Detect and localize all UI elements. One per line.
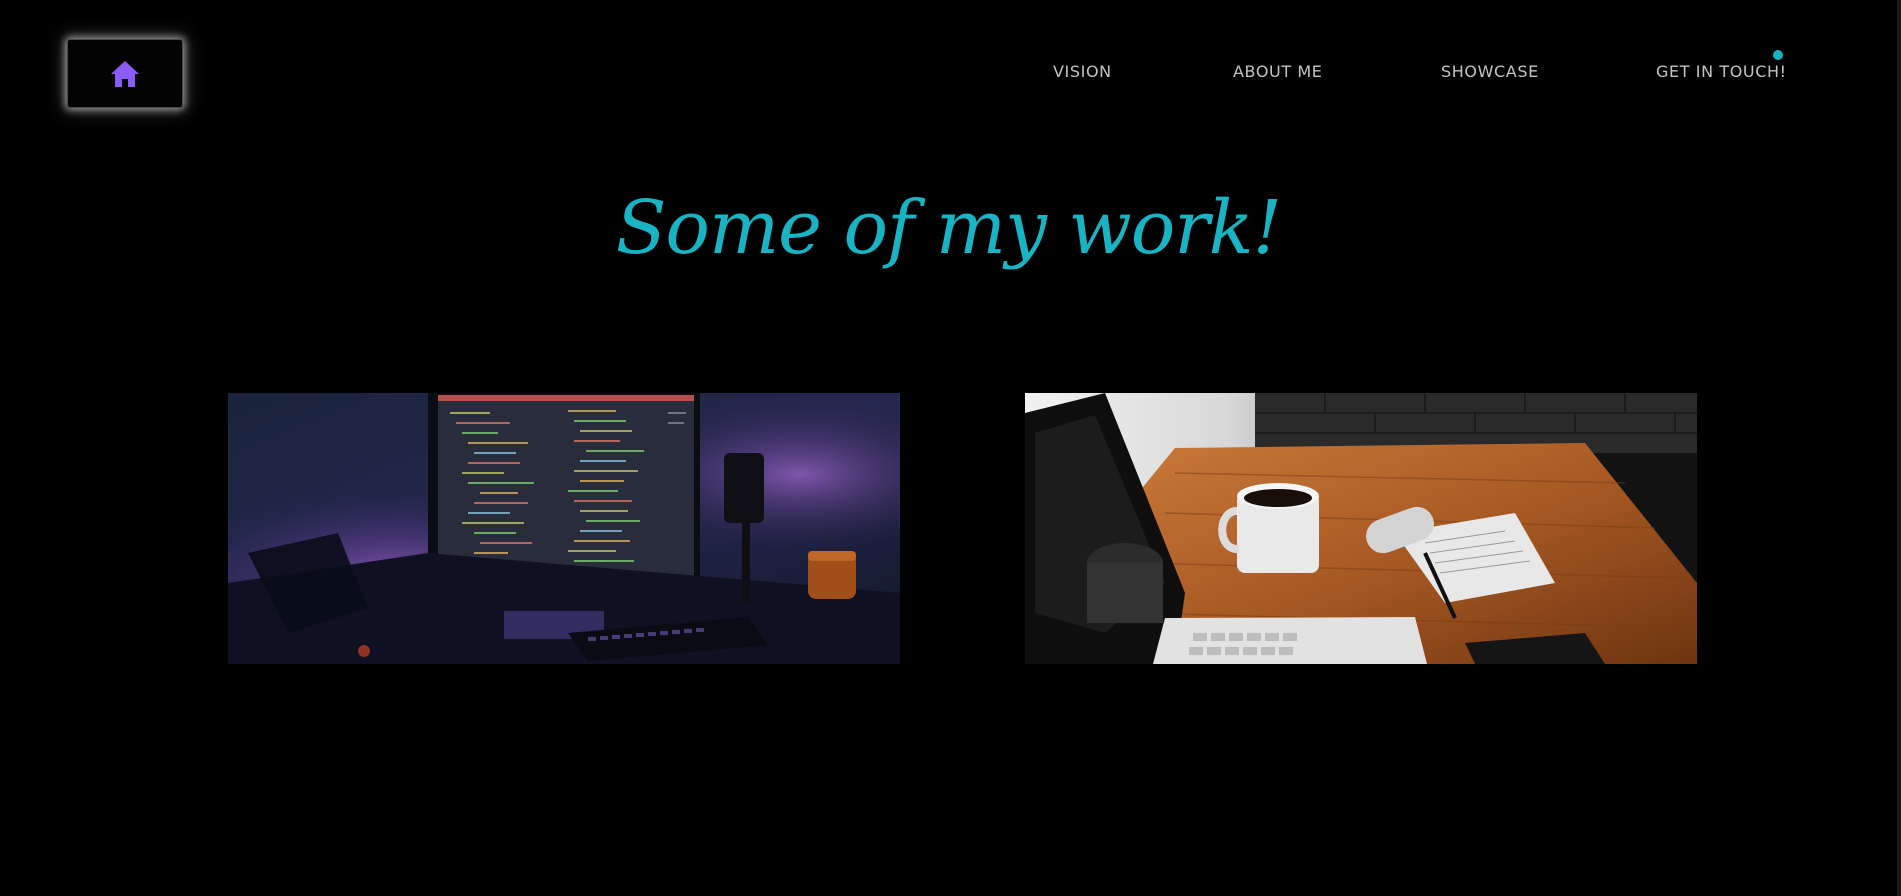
nav-get-in-touch-link[interactable]: GET IN TOUCH!: [1656, 62, 1787, 81]
nav-showcase-link[interactable]: SHOWCASE: [1441, 62, 1539, 81]
showcase-card-coffee[interactable]: [1025, 393, 1697, 664]
page-title: Some of my work!: [615, 185, 1283, 271]
code-monitor-image: [228, 393, 900, 664]
coffee-desk-image: [1025, 393, 1697, 664]
scrollbar[interactable]: [1897, 0, 1901, 896]
nav-active-dot: [1773, 50, 1783, 60]
main-nav: VISION ABOUT ME SHOWCASE GET IN TOUCH!: [0, 62, 1897, 86]
showcase-card-code[interactable]: [228, 393, 900, 664]
nav-about-me-link[interactable]: ABOUT ME: [1233, 62, 1323, 81]
page: VISION ABOUT ME SHOWCASE GET IN TOUCH! S…: [0, 0, 1897, 896]
nav-vision-link[interactable]: VISION: [1053, 62, 1112, 81]
